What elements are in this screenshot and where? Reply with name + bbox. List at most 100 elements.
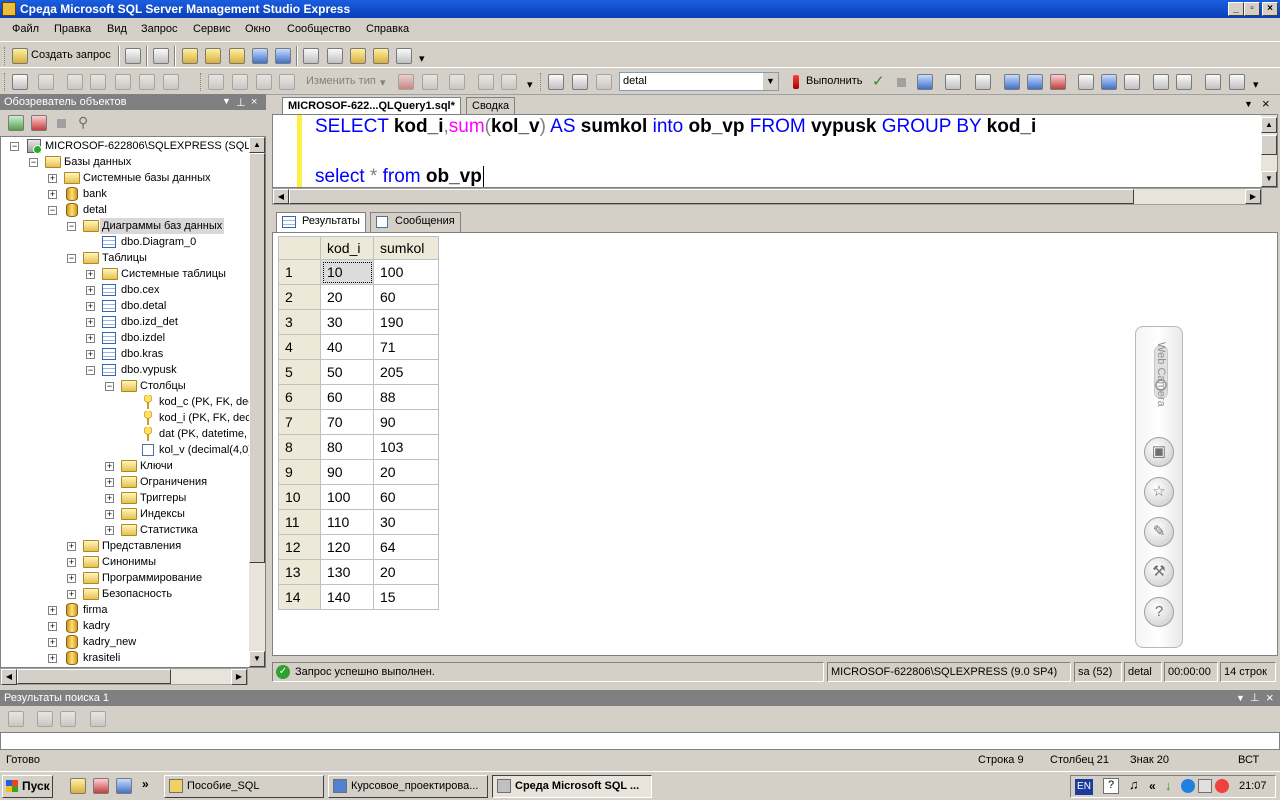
expand-icon[interactable]: + bbox=[86, 350, 95, 359]
record-icon[interactable] bbox=[1215, 779, 1229, 793]
tree-db-firma[interactable]: firma bbox=[83, 602, 107, 618]
tree-triggers[interactable]: Триггеры bbox=[140, 490, 186, 506]
row-number[interactable]: 9 bbox=[278, 459, 321, 485]
expand-icon[interactable]: + bbox=[86, 318, 95, 327]
group-by-icon[interactable] bbox=[449, 74, 465, 90]
collapse-icon[interactable]: − bbox=[10, 142, 19, 151]
open-file-icon[interactable] bbox=[182, 48, 198, 64]
tree-db-bank[interactable]: bank bbox=[83, 186, 107, 202]
row-number[interactable]: 7 bbox=[278, 409, 321, 435]
tree-table-cex[interactable]: dbo.cex bbox=[121, 282, 160, 298]
tree-diagrams[interactable]: Диаграммы баз данных bbox=[100, 218, 225, 234]
criteria-pane-icon[interactable] bbox=[232, 74, 248, 90]
collapse-icon[interactable]: − bbox=[105, 382, 114, 391]
change-connection-icon[interactable] bbox=[572, 74, 588, 90]
editor-line-2[interactable]: select * from ob_vp​ bbox=[315, 166, 484, 187]
sql-editor[interactable]: SELECT kod_i,sum(kol_v) AS sumkol into o… bbox=[272, 114, 1278, 188]
tab-messages[interactable]: Сообщения bbox=[370, 212, 461, 232]
uncomment-icon[interactable] bbox=[1153, 74, 1169, 90]
expand-icon[interactable]: + bbox=[86, 286, 95, 295]
verify-sql-icon[interactable] bbox=[422, 74, 438, 90]
add-derived-table-icon[interactable] bbox=[501, 74, 517, 90]
scroll-thumb[interactable] bbox=[17, 669, 171, 684]
grid-corner[interactable] bbox=[278, 236, 321, 260]
editor-vertical-scrollbar[interactable]: ▲ ▼ bbox=[1261, 115, 1277, 187]
tree-table-detal[interactable]: dbo.detal bbox=[121, 298, 166, 314]
language-indicator[interactable]: EN bbox=[1075, 779, 1093, 795]
table-row[interactable]: 1 10 100 bbox=[278, 259, 439, 285]
decrease-indent-icon[interactable] bbox=[1205, 74, 1221, 90]
sql-icon[interactable] bbox=[115, 74, 131, 90]
help-icon[interactable]: ? bbox=[1103, 778, 1119, 794]
scroll-thumb[interactable] bbox=[289, 189, 1134, 204]
close-icon[interactable]: × bbox=[251, 96, 257, 108]
diagram-pane-icon[interactable] bbox=[208, 74, 224, 90]
save-icon[interactable] bbox=[252, 48, 268, 64]
results-grid[interactable]: kod_i sumkol 1 10 100 2 20 60 3 30 190 4 40 71 5 50 20… bbox=[278, 236, 439, 610]
web-camera-widget[interactable]: Web Camera ▣ ☆ ✎ ⚒ ? bbox=[1135, 326, 1183, 648]
tree-table-kras[interactable]: dbo.kras bbox=[121, 346, 163, 362]
display-plan-icon[interactable] bbox=[917, 74, 933, 90]
row-number[interactable]: 8 bbox=[278, 434, 321, 460]
properties-icon[interactable] bbox=[396, 48, 412, 64]
grid-cell[interactable]: 70 bbox=[320, 409, 374, 435]
tree-column-kod-i[interactable]: kod_i (PK, FK, deci bbox=[159, 410, 253, 426]
connect-icon[interactable] bbox=[12, 74, 28, 90]
expand-icon[interactable]: + bbox=[105, 526, 114, 535]
menu-edit[interactable]: Правка bbox=[54, 23, 91, 35]
task-button-posobie[interactable]: Пособие_SQL bbox=[164, 775, 324, 798]
pin-icon[interactable]: ⊥ bbox=[1250, 691, 1260, 704]
open-project-icon[interactable] bbox=[205, 48, 221, 64]
menu-query[interactable]: Запрос bbox=[141, 23, 177, 35]
tree-synonyms[interactable]: Синонимы bbox=[102, 554, 156, 570]
grid-icon[interactable] bbox=[163, 74, 179, 90]
disconnect-query-icon[interactable] bbox=[596, 74, 612, 90]
table-row[interactable]: 10 100 60 bbox=[278, 484, 439, 510]
table-row[interactable]: 14 140 15 bbox=[278, 584, 439, 610]
quicklaunch-browser-icon[interactable] bbox=[93, 778, 109, 794]
tree-table-vypusk[interactable]: dbo.vypusk bbox=[121, 362, 177, 378]
tree-vertical-scrollbar[interactable]: ▲ ▼ bbox=[249, 137, 265, 667]
save-all-icon[interactable] bbox=[275, 48, 291, 64]
grid-cell[interactable]: 130 bbox=[320, 559, 374, 585]
results-file-icon[interactable] bbox=[1101, 74, 1117, 90]
dependency-icon[interactable] bbox=[67, 74, 83, 90]
disconnect-server-icon[interactable] bbox=[31, 115, 47, 131]
star-icon[interactable]: ☆ bbox=[1144, 477, 1174, 507]
find-icon[interactable] bbox=[8, 711, 24, 727]
expand-icon[interactable]: + bbox=[67, 590, 76, 599]
tree-constraints[interactable]: Ограничения bbox=[140, 474, 207, 490]
grid-cell[interactable]: 110 bbox=[320, 509, 374, 535]
row-number[interactable]: 1 bbox=[278, 259, 321, 285]
tree-system-tables[interactable]: Системные таблицы bbox=[121, 266, 226, 282]
open-folder-icon[interactable] bbox=[229, 48, 245, 64]
results-pane-icon[interactable] bbox=[279, 74, 295, 90]
grid-cell[interactable]: 71 bbox=[373, 334, 439, 360]
scroll-down-icon[interactable]: ▼ bbox=[249, 651, 265, 667]
next-icon[interactable] bbox=[60, 711, 76, 727]
quicklaunch-more-icon[interactable]: » bbox=[142, 777, 149, 791]
menu-window[interactable]: Окно bbox=[245, 23, 271, 35]
toolbar2-overflow-icon[interactable]: ▾ bbox=[527, 78, 533, 91]
chevron-down-icon[interactable]: ▼ bbox=[222, 96, 231, 106]
clear-icon[interactable] bbox=[90, 711, 106, 727]
filter-icon[interactable]: ⚲ bbox=[78, 114, 88, 131]
scroll-thumb[interactable] bbox=[249, 153, 265, 563]
row-number[interactable]: 14 bbox=[278, 584, 321, 610]
tree-column-kol-v[interactable]: kol_v (decimal(4,0) bbox=[159, 442, 252, 458]
row-number[interactable]: 12 bbox=[278, 534, 321, 560]
pin-icon[interactable]: ⊥ bbox=[236, 96, 246, 109]
task-button-ssms[interactable]: Среда Microsoft SQL ... bbox=[492, 775, 652, 798]
quicklaunch-explorer-icon[interactable] bbox=[70, 778, 86, 794]
maximize-button[interactable]: ▫ bbox=[1244, 2, 1260, 16]
tree-table-izd-det[interactable]: dbo.izd_det bbox=[121, 314, 178, 330]
toolbar3-overflow-icon[interactable]: ▾ bbox=[1253, 78, 1259, 91]
scroll-left-icon[interactable]: ◀ bbox=[273, 189, 289, 204]
tree-keys[interactable]: Ключи bbox=[140, 458, 173, 474]
row-number[interactable]: 10 bbox=[278, 484, 321, 510]
clipboard-icon[interactable]: ♫ bbox=[1129, 777, 1139, 792]
grid-cell[interactable]: 20 bbox=[373, 559, 439, 585]
grid-cell[interactable]: 88 bbox=[373, 384, 439, 410]
tree-column-kod-c[interactable]: kod_c (PK, FK, dec bbox=[159, 394, 254, 410]
minimize-button[interactable]: _ bbox=[1228, 2, 1244, 16]
